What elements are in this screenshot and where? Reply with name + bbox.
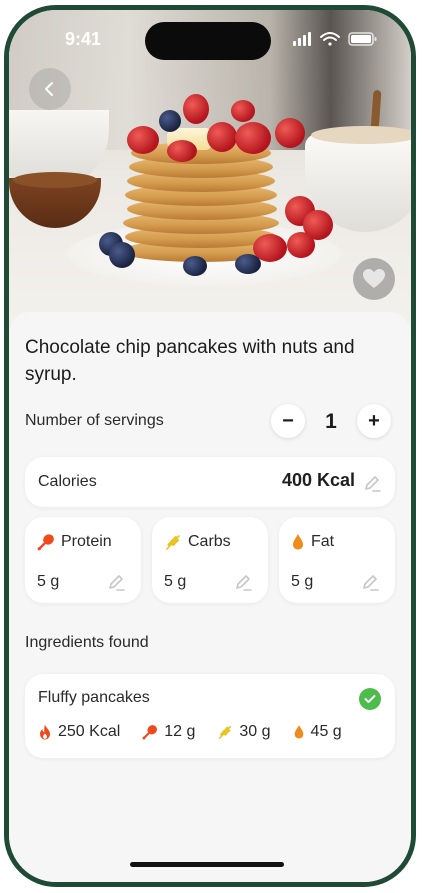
wifi-icon — [320, 32, 340, 46]
ingredient-protein: 12 g — [164, 723, 196, 740]
droplet-icon — [294, 725, 303, 739]
status-icons — [293, 32, 377, 46]
droplet-icon — [293, 534, 303, 550]
fat-card: Fat 5 g — [279, 517, 395, 603]
flame-icon — [40, 724, 50, 740]
calories-card: Calories 400 Kcal — [25, 457, 395, 507]
wheat-icon — [219, 725, 232, 739]
recipe-title: Chocolate chip pancakes with nuts and sy… — [25, 337, 355, 385]
ingredient-fat: 45 g — [310, 723, 342, 740]
carbs-card: Carbs 5 g — [152, 517, 268, 603]
ingredient-name: Fluffy pancakes — [38, 689, 150, 706]
edit-calories-icon[interactable] — [363, 474, 381, 492]
carbs-value: 5 g — [164, 573, 187, 590]
ingredients-title: Ingredients found — [25, 634, 149, 651]
servings-value: 1 — [325, 410, 337, 433]
heart-icon — [363, 269, 385, 288]
ingredient-kcal: 250 Kcal — [58, 723, 121, 740]
drumstick-icon — [37, 534, 54, 551]
ingredient-item[interactable]: Fluffy pancakes 250 Kcal 12 g 30 g 45 g — [25, 674, 395, 758]
status-time: 9:41 — [65, 29, 102, 49]
calories-value: 400 Kcal — [281, 470, 355, 490]
protein-card: Protein 5 g — [25, 517, 141, 603]
fat-label: Fat — [311, 533, 335, 550]
drumstick-icon — [142, 725, 158, 740]
signal-icon — [293, 32, 311, 46]
wheat-icon — [166, 535, 180, 550]
carbs-label: Carbs — [188, 533, 231, 550]
chevron-left-icon — [45, 82, 53, 96]
phone-frame: 9:41 Chocolate chip pancakes with nuts a… — [4, 5, 416, 887]
edit-protein-icon[interactable] — [107, 573, 125, 591]
calories-label: Calories — [38, 473, 97, 490]
back-button[interactable] — [29, 68, 71, 110]
edit-carbs-icon[interactable] — [234, 573, 252, 591]
ingredient-carbs: 30 g — [239, 723, 271, 740]
favorite-button[interactable] — [353, 258, 395, 300]
increase-servings-button[interactable]: + — [357, 404, 391, 438]
ingredient-nutrition: 250 Kcal 12 g 30 g 45 g — [38, 723, 342, 741]
protein-value: 5 g — [37, 573, 60, 590]
battery-icon — [348, 32, 377, 46]
home-indicator[interactable] — [130, 862, 284, 867]
servings-label: Number of servings — [25, 412, 164, 429]
edit-fat-icon[interactable] — [361, 573, 379, 591]
recipe-details-sheet: Chocolate chip pancakes with nuts and sy… — [9, 312, 411, 882]
dynamic-island — [145, 22, 271, 60]
decrease-servings-button[interactable]: − — [271, 404, 305, 438]
fat-value: 5 g — [291, 573, 314, 590]
check-icon[interactable] — [359, 688, 381, 710]
protein-label: Protein — [61, 533, 112, 550]
